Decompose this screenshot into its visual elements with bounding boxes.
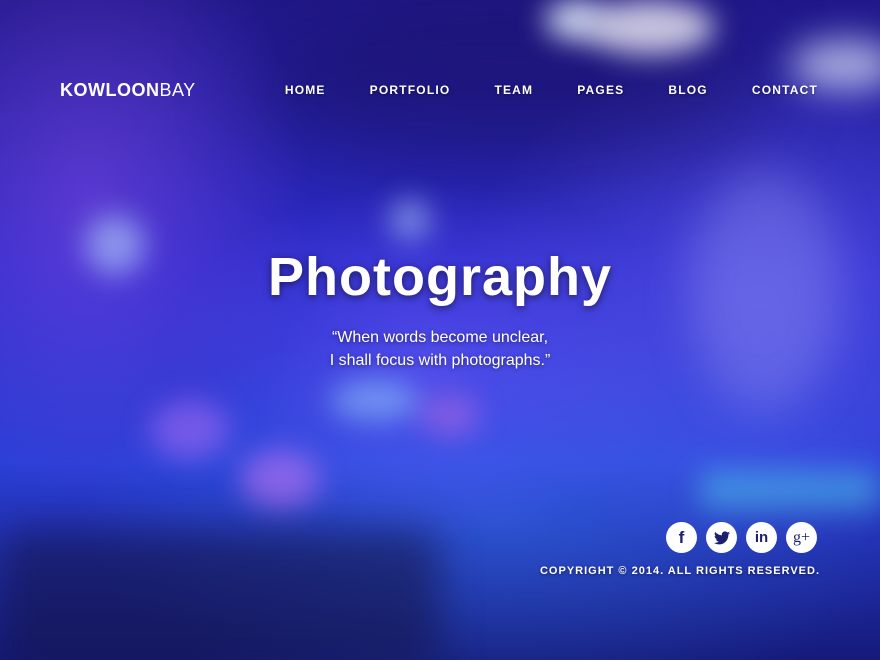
- linkedin-button[interactable]: in: [746, 522, 777, 553]
- logo-bold-text: KOWLOON: [60, 79, 160, 100]
- facebook-icon: f: [678, 527, 685, 547]
- hero-section: Photography “When words become unclear, …: [0, 246, 880, 372]
- google-plus-button[interactable]: g+: [786, 522, 817, 553]
- hero-quote-line-1: “When words become unclear,: [331, 329, 549, 346]
- twitter-icon: [713, 530, 730, 544]
- facebook-button[interactable]: f: [666, 522, 697, 553]
- logo-light-text: BAY: [159, 79, 196, 100]
- nav-contact[interactable]: CONTACT: [752, 83, 818, 97]
- nav-team[interactable]: TEAM: [494, 83, 533, 97]
- copyright-text: COPYRIGHT © 2014. ALL RIGHTS RESERVED.: [539, 565, 820, 577]
- site-logo[interactable]: KOWLOONBAY: [60, 80, 196, 101]
- site-header: KOWLOONBAY HOME PORTFOLIO TEAM PAGES BLO…: [60, 78, 818, 102]
- nav-pages[interactable]: PAGES: [577, 83, 624, 97]
- nav-blog[interactable]: BLOG: [668, 83, 707, 97]
- hero-title: Photography: [268, 247, 612, 307]
- hero-quote: “When words become unclear, I shall focu…: [0, 326, 880, 372]
- linkedin-icon: in: [754, 529, 769, 546]
- social-links: f in g+: [666, 522, 817, 553]
- nav-home[interactable]: HOME: [285, 83, 326, 97]
- google-plus-icon: g+: [792, 528, 811, 546]
- main-nav: HOME PORTFOLIO TEAM PAGES BLOG CONTACT: [285, 83, 818, 97]
- nav-portfolio[interactable]: PORTFOLIO: [370, 83, 451, 97]
- twitter-button[interactable]: [706, 522, 737, 553]
- hero-quote-line-2: I shall focus with photographs.”: [329, 352, 551, 369]
